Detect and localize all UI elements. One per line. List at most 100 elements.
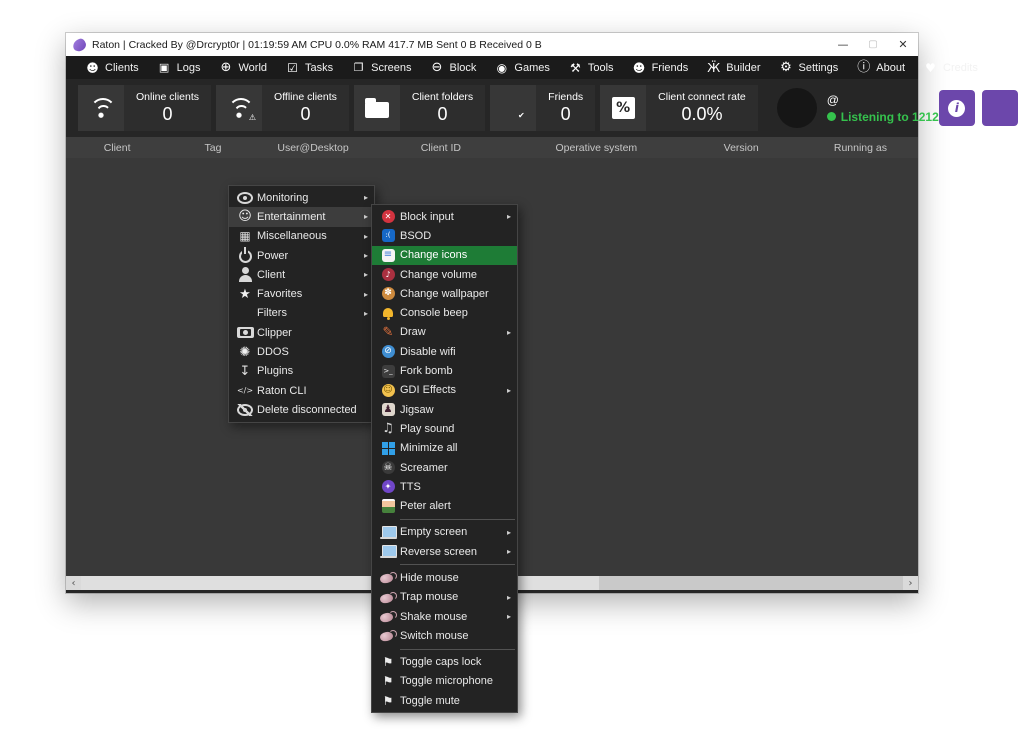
logs-icon: ▣ [157,60,172,75]
menu-item-empty-screen[interactable]: Empty screen▸ [372,523,517,542]
menu-item-hide-mouse[interactable]: Hide mouse [372,568,517,587]
switch-mouse-icon [380,629,397,642]
menu-item-monitoring[interactable]: Monitoring▸ [229,188,374,207]
menu-item-label: Jigsaw [400,404,434,416]
menu-item-reverse-screen[interactable]: Reverse screen▸ [372,542,517,561]
column-header-tag[interactable]: Tag [168,142,257,154]
minimize-button[interactable]: — [828,33,858,56]
stat-card-client-connect-rate: %Client connect rate0.0% [600,85,758,131]
menu-item-label: Toggle mute [400,695,460,707]
column-header-operative-system[interactable]: Operative system [513,142,679,154]
menubar-item-about[interactable]: ⓘAbout [847,60,914,75]
menu-item-toggle-microphone[interactable]: ⚑Toggle microphone [372,672,517,691]
menu-item-draw[interactable]: ✎Draw▸ [372,323,517,342]
scrollbar-thumb[interactable] [81,576,599,590]
menu-item-miscellaneous[interactable]: ▦Miscellaneous▸ [229,227,374,246]
menu-item-change-icons[interactable]: ≡ Change icons [372,246,517,265]
menu-item-toggle-mute[interactable]: ⚑Toggle mute [372,691,517,710]
monitoring-icon [237,192,253,204]
menu-item-ddos[interactable]: ✺ DDOS [229,342,374,361]
menu-item-console-beep[interactable]: Console beep [372,303,517,322]
scroll-right-arrow[interactable]: › [903,576,918,590]
info-button[interactable]: i [939,90,975,126]
menu-item-play-sound[interactable]: ♫Play sound [372,419,517,438]
column-header-client[interactable]: Client [66,142,168,154]
stat-text: Online clients0 [124,85,211,131]
menu-item-tts[interactable]: ✦TTS [372,477,517,496]
menu-item-change-volume[interactable]: ♪Change volume [372,265,517,284]
menubar-item-label: Tools [588,62,614,74]
menubar-item-world[interactable]: ⊕World [209,60,276,75]
menu-item-clipper[interactable]: Clipper [229,323,374,342]
menubar-item-credits[interactable]: ♥Credits [914,60,987,75]
menu-item-entertainment[interactable]: ☺Entertainment▸ [229,207,374,226]
submenu-arrow-icon: ▸ [507,612,517,621]
copy-clients-button[interactable] [982,90,1018,126]
menu-item-bsod[interactable]: :(BSOD [372,226,517,245]
menubar-item-screens[interactable]: ❐Screens [342,60,420,75]
menu-separator [372,516,517,523]
column-header-version[interactable]: Version [679,142,803,154]
menu-item-favorites[interactable]: ★Favorites▸ [229,284,374,303]
submenu-arrow-icon: ▸ [507,386,517,395]
menu-item-peter-alert[interactable]: Peter alert [372,496,517,515]
menu-item-change-wallpaper[interactable]: ✽Change wallpaper [372,284,517,303]
menu-item-label: Change icons [400,249,467,261]
menu-item-delete-disconnected[interactable]: Delete disconnected [229,400,374,419]
maximize-button[interactable]: ▢ [858,33,888,56]
menu-item-block-input[interactable]: ✕Block input▸ [372,207,517,226]
menubar-item-label: Block [450,62,477,74]
menubar-item-settings[interactable]: ⚙Settings [770,60,848,75]
menubar-item-tools[interactable]: ⚒Tools [559,60,623,75]
listening-status: Listening to 1212 [827,110,939,124]
menu-item-label: Trap mouse [400,591,458,603]
menubar-item-block[interactable]: ⊖ Block [421,60,486,75]
menu-item-power[interactable]: Power▸ [229,246,374,265]
tasks-icon: ☑ [285,60,300,75]
menubar-item-friends[interactable]: ☻Friends [623,60,698,75]
menu-item-trap-mouse[interactable]: Trap mouse▸ [372,588,517,607]
menu-item-client[interactable]: Client▸ [229,265,374,284]
menu-item-filters[interactable]: Filters▸ [229,304,374,323]
menubar-item-logs[interactable]: ▣Logs [148,60,210,75]
column-header-user-desktop[interactable]: User@Desktop [258,142,369,154]
wifi-icon [88,98,114,118]
friends-stat-badge-icon: ✔ [518,112,525,120]
menubar-item-label: Tasks [305,62,333,74]
menu-item-screamer[interactable]: ☠Screamer [372,458,517,477]
stat-icon-box: % [600,85,646,131]
change-icons-icon: ≡ [382,249,395,262]
menu-item-label: Draw [400,326,426,338]
menu-item-plugins[interactable]: ↧Plugins [229,362,374,381]
menu-item-icon-box: ♟ [376,403,400,416]
window-titlebar[interactable]: Raton | Cracked By @Drcrypt0r | 01:19:59… [66,33,918,56]
reverse-screen-icon [380,545,397,558]
menu-item-toggle-caps-lock[interactable]: ⚑Toggle caps lock [372,653,517,672]
close-button[interactable]: ✕ [888,33,918,56]
menu-item-gdi-effects[interactable]: ☺GDI Effects▸ [372,381,517,400]
menu-item-shake-mouse[interactable]: Shake mouse▸ [372,607,517,626]
window-title: Raton | Cracked By @Drcrypt0r | 01:19:59… [92,39,542,51]
menu-item-icon-box [376,629,400,642]
menu-item-label: Toggle caps lock [400,656,481,668]
scroll-left-arrow[interactable]: ‹ [66,576,81,590]
menubar-item-games[interactable]: ◉Games [485,60,558,75]
menubar-item-tasks[interactable]: ☑ Tasks [276,60,342,75]
menu-item-label: Disable wifi [400,346,456,358]
column-header-client-id[interactable]: Client ID [368,142,513,154]
menu-item-minimize-all[interactable]: Minimize all [372,439,517,458]
listener-info: @ Listening to 1212 [777,88,939,128]
flag-icon: ⚑ [381,674,396,689]
menu-item-jigsaw[interactable]: ♟Jigsaw [372,400,517,419]
menu-item-label: Reverse screen [400,546,477,558]
menu-item-label: DDOS [257,346,289,358]
block-icon: ⊖ [430,60,445,75]
menubar-item-builder[interactable]: ӜBuilder [697,60,769,75]
menubar-item-clients[interactable]: ☻Clients [76,60,148,75]
column-header-running-as[interactable]: Running as [803,142,918,154]
menu-item-switch-mouse[interactable]: Switch mouse [372,626,517,645]
menu-item-disable-wifi[interactable]: ⊘Disable wifi [372,342,517,361]
menu-item-fork-bomb[interactable]: >_Fork bomb [372,361,517,380]
menu-item-raton-cli[interactable]: </>Raton CLI [229,381,374,400]
ddos-icon: ✺ [238,345,253,360]
